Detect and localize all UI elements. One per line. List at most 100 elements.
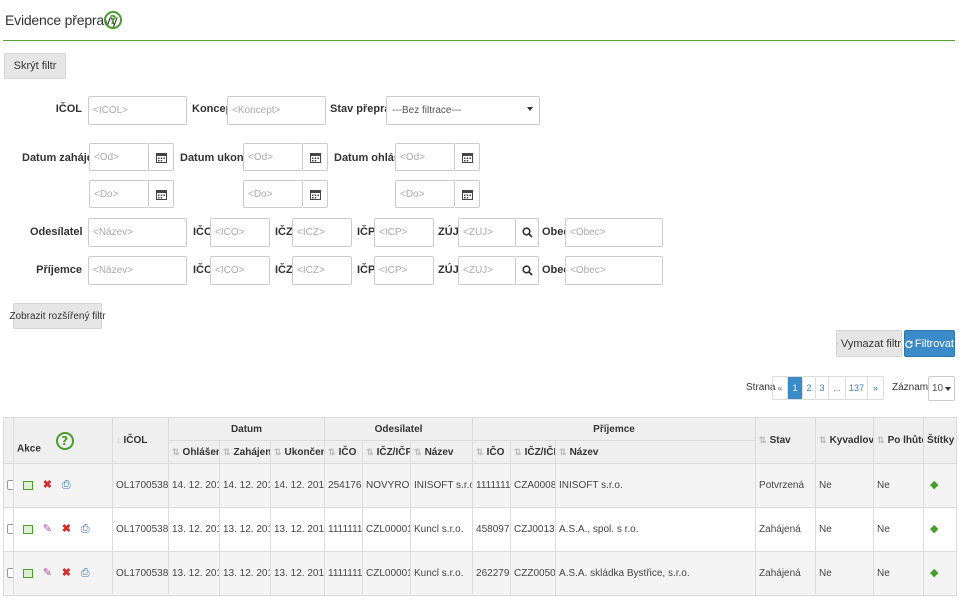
- header-stav[interactable]: ⇅ Stav: [755, 417, 817, 464]
- calendar-icon[interactable]: [303, 180, 328, 208]
- calendar-icon[interactable]: [149, 143, 174, 171]
- edit-icon[interactable]: ✎: [43, 523, 52, 535]
- help-icon[interactable]: ?: [55, 432, 74, 450]
- header-group-odesilatel: Odesílatel: [324, 417, 474, 441]
- datum-ukonceni-to-input[interactable]: [243, 180, 303, 208]
- pagination-prev[interactable]: «: [773, 377, 788, 399]
- header-kyvadlova-label: Kyvadlová: [829, 435, 874, 446]
- odesilatel-ico-input[interactable]: [210, 218, 270, 247]
- header-ohlaseni[interactable]: ⇅Ohlášení: [168, 440, 220, 464]
- header-ukonceni[interactable]: ⇅Ukončení: [269, 440, 326, 464]
- datum-ukonceni-from-input[interactable]: [243, 143, 303, 171]
- search-icon[interactable]: [516, 256, 539, 285]
- print-icon[interactable]: ⎙: [81, 567, 90, 579]
- header-icol[interactable]: ↓ IČOL: [112, 417, 169, 464]
- detail-icon[interactable]: [23, 524, 33, 534]
- row-select: [3, 463, 14, 508]
- pagination-page[interactable]: 137: [846, 377, 868, 399]
- datum-ohlaseni-label: Datum ohlášení: [334, 152, 416, 164]
- datum-ohlaseni-from-input[interactable]: [395, 143, 455, 171]
- delete-icon[interactable]: ✖: [62, 523, 71, 535]
- help-icon[interactable]: ?: [104, 11, 122, 29]
- pagination-page[interactable]: 2: [803, 377, 816, 399]
- header-sender-nazev[interactable]: ⇅ Název: [410, 440, 474, 464]
- edit-icon[interactable]: ✎: [43, 567, 52, 579]
- prijemce-nazev-input[interactable]: [88, 256, 187, 285]
- header-sender-iczicp[interactable]: ⇅ IČZ/IČP: [362, 440, 412, 464]
- datum-ohlaseni-to-input[interactable]: [395, 180, 455, 208]
- header-po-lhute[interactable]: ⇅ Po lhůtě: [873, 417, 925, 464]
- header-zahajeni[interactable]: ⇅ Zahájení: [219, 440, 271, 464]
- pagination-page[interactable]: 3: [816, 377, 829, 399]
- cell-zahajeni: 13. 12. 2017: [219, 507, 271, 552]
- calendar-icon[interactable]: [303, 143, 328, 171]
- odesilatel-nazev-input[interactable]: [88, 218, 187, 247]
- cell-receiver-ico: 26227959: [472, 551, 512, 596]
- koncept-input[interactable]: [227, 96, 326, 125]
- show-extended-filter-button[interactable]: Zobrazit rozšířený filtr: [9, 303, 106, 329]
- records-select[interactable]: 10: [928, 376, 955, 401]
- detail-icon[interactable]: [23, 480, 33, 490]
- calendar-icon[interactable]: [455, 180, 480, 208]
- apply-filter-button[interactable]: Filtrovat: [904, 330, 955, 357]
- sort-icon: ↓: [116, 435, 121, 445]
- delete-icon[interactable]: ✖: [43, 479, 52, 491]
- header-group-prijemce: Příjemce: [472, 417, 757, 441]
- odesilatel-obec-input[interactable]: [565, 218, 663, 247]
- header-receiver-iczicp[interactable]: ⇅IČZ/IČP: [510, 440, 557, 464]
- cell-po-lhute: Ne: [873, 463, 925, 508]
- header-receiver-nazev[interactable]: ⇅ Název: [555, 440, 757, 464]
- cell-sender-nazev: Kuncl s.r.o.: [410, 551, 474, 596]
- datum-zahajeni-from-input[interactable]: [89, 143, 149, 171]
- cell-stitky: ◆: [923, 507, 958, 552]
- sort-icon: ⇅: [366, 446, 374, 457]
- cell-receiver-nazev: INISOFT s.r.o.: [555, 463, 757, 508]
- datum-zahajeni-to-input[interactable]: [89, 180, 149, 208]
- tag-icon[interactable]: ◆: [930, 567, 938, 579]
- cell-icol: OL170053830: [112, 507, 169, 552]
- prijemce-ico-input[interactable]: [210, 256, 270, 285]
- row-checkbox[interactable]: [7, 480, 13, 491]
- header-receiver-ico[interactable]: ⇅ IČO: [472, 440, 512, 464]
- prijemce-icp-input[interactable]: [374, 256, 434, 285]
- cell-receiver-nazev: A.S.A. skládka Bystřice, s.r.o.: [555, 551, 757, 596]
- search-icon[interactable]: [516, 218, 539, 247]
- row-checkbox[interactable]: [7, 568, 13, 579]
- tag-icon[interactable]: ◆: [930, 479, 938, 491]
- header-sender-iczicp-label: IČZ/IČP: [376, 446, 411, 458]
- hide-filter-button[interactable]: Skrýt filtr: [4, 53, 66, 79]
- delete-icon[interactable]: ✖: [62, 567, 71, 579]
- cell-receiver-ico: 11111111: [472, 463, 512, 508]
- cell-ohlaseni: 13. 12. 2017: [168, 507, 220, 552]
- row-actions: ✖ ⎙: [13, 463, 113, 508]
- print-icon[interactable]: ⎙: [62, 479, 71, 491]
- odesilatel-zuj-input[interactable]: [458, 218, 516, 247]
- odesilatel-icp-input[interactable]: [374, 218, 434, 247]
- prijemce-obec-input[interactable]: [565, 256, 663, 285]
- calendar-icon[interactable]: [455, 143, 480, 171]
- row-checkbox[interactable]: [7, 524, 13, 535]
- transport-table: Akce ? ↓ IČOL Datum Odesílatel Příjemce ⇅…: [3, 417, 958, 596]
- clear-filter-button[interactable]: Vymazat filtr: [836, 330, 902, 357]
- cell-sender-ico: 11111111: [324, 551, 364, 596]
- pagination-page[interactable]: 1: [788, 377, 803, 399]
- refresh-icon: [905, 339, 913, 348]
- tag-icon[interactable]: ◆: [930, 523, 938, 535]
- cell-ukonceni: 14. 12. 2017: [269, 463, 326, 508]
- prijemce-icz-input[interactable]: [292, 256, 352, 285]
- header-kyvadlova[interactable]: ⇅Kyvadlová: [815, 417, 875, 464]
- stav-select-value: ---Bez filtrace---: [392, 105, 462, 116]
- row-actions: ✎ ✖ ⎙: [13, 551, 113, 596]
- cell-ohlaseni: 14. 12. 2017: [168, 463, 220, 508]
- stav-select[interactable]: ---Bez filtrace---: [386, 96, 540, 125]
- cell-kyvadlova: Ne: [815, 551, 875, 596]
- prijemce-zuj-input[interactable]: [458, 256, 516, 285]
- cell-stav: Zahájená: [755, 551, 817, 596]
- calendar-icon[interactable]: [149, 180, 174, 208]
- odesilatel-icz-input[interactable]: [292, 218, 352, 247]
- icol-input[interactable]: [88, 96, 187, 125]
- detail-icon[interactable]: [23, 568, 33, 578]
- header-sender-ico[interactable]: ⇅ IČO: [324, 440, 364, 464]
- print-icon[interactable]: ⎙: [81, 523, 90, 535]
- pagination-next[interactable]: »: [868, 377, 883, 399]
